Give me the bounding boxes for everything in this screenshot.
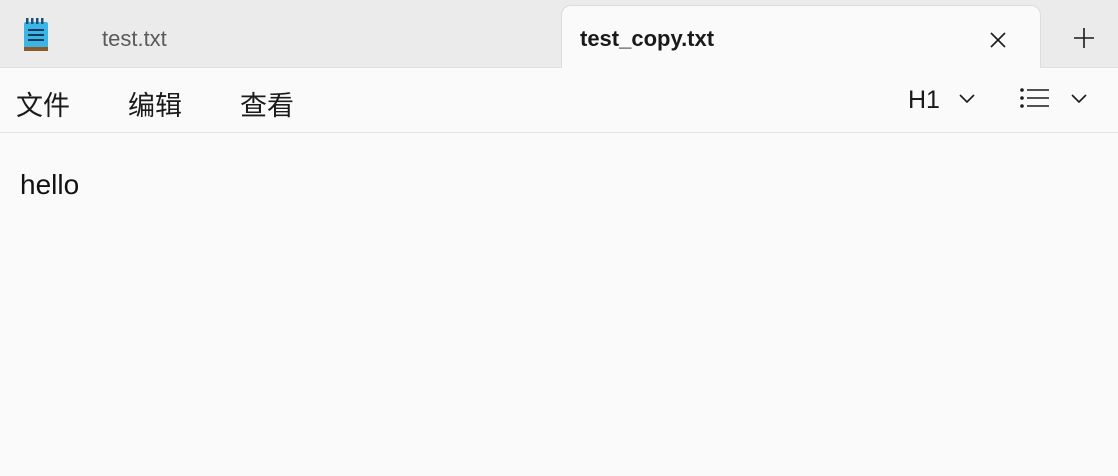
menu-bar: 文件 编辑 查看 H1 bbox=[0, 68, 1118, 133]
menu-edit[interactable]: 编辑 bbox=[128, 84, 182, 123]
close-tab-button[interactable] bbox=[980, 22, 1016, 58]
heading-dropdown[interactable]: H1 bbox=[900, 80, 984, 120]
editor-content: hello bbox=[20, 169, 80, 200]
notepad-icon bbox=[22, 18, 50, 52]
tab-test-txt[interactable]: test.txt bbox=[70, 6, 558, 68]
notepad-window: test.txt test_copy.txt 文件 编辑 查看 H1 hello bbox=[0, 0, 1118, 476]
tab-test-copy-txt[interactable]: test_copy.txt bbox=[561, 5, 1041, 69]
new-tab-button[interactable] bbox=[1062, 18, 1106, 58]
close-icon bbox=[990, 32, 1006, 48]
tab-label: test_copy.txt bbox=[580, 26, 715, 51]
heading-value: H1 bbox=[908, 86, 940, 114]
tab-bar: test.txt test_copy.txt bbox=[0, 0, 1118, 69]
chevron-down-icon bbox=[1071, 94, 1087, 104]
bulleted-list-icon bbox=[1020, 88, 1049, 108]
chevron-down-icon bbox=[959, 94, 975, 104]
tab-label: test.txt bbox=[102, 26, 167, 51]
list-format-dropdown[interactable] bbox=[1014, 80, 1094, 120]
menu-view[interactable]: 查看 bbox=[240, 84, 294, 123]
plus-icon bbox=[1074, 28, 1094, 48]
text-editor[interactable]: hello bbox=[0, 133, 1118, 476]
menu-file[interactable]: 文件 bbox=[16, 84, 70, 123]
